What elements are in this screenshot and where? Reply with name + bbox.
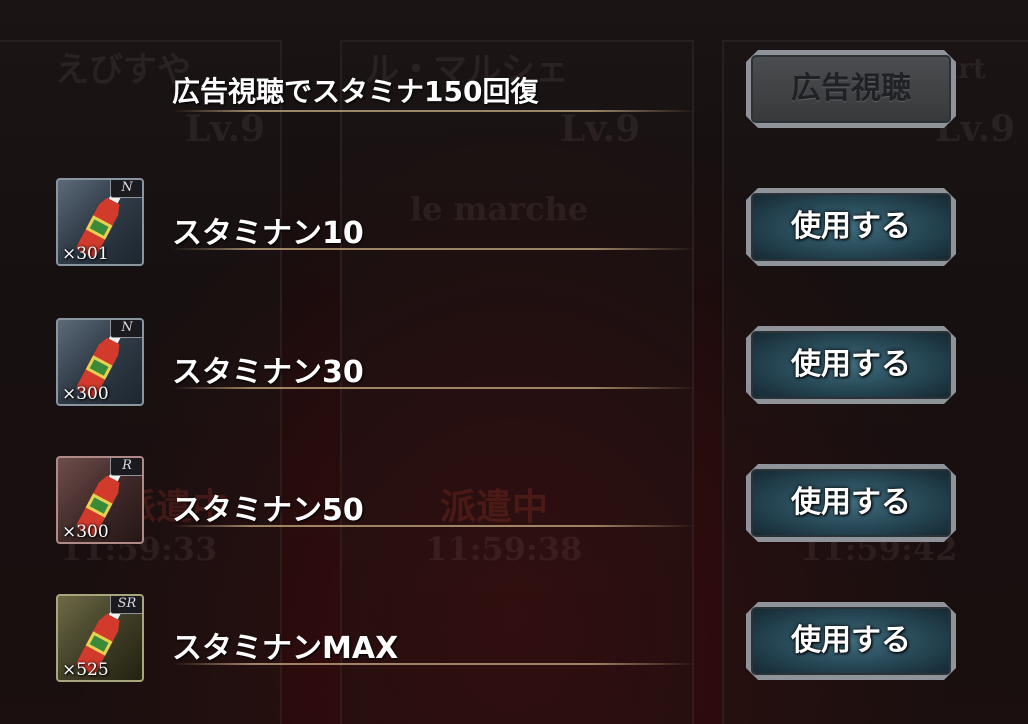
rarity-badge: SR: [110, 596, 142, 614]
item-divider: [172, 387, 697, 389]
use-item-button[interactable]: 使用する: [746, 188, 956, 266]
bg-dispatch-2: 派遣中: [440, 486, 549, 528]
item-quantity: ×300: [62, 384, 109, 404]
watch-ad-button[interactable]: 広告視聴: [746, 50, 956, 128]
stamina-potion-icon: N ×301: [56, 178, 144, 266]
rarity-badge: R: [110, 458, 142, 476]
ad-row-divider: [172, 110, 697, 112]
item-divider: [172, 525, 697, 527]
item-quantity: ×301: [62, 244, 109, 264]
item-divider: [172, 248, 697, 250]
use-item-button[interactable]: 使用する: [746, 464, 956, 542]
bg-character-card-2: [340, 40, 694, 724]
bg-timer-2: 11:59:38: [425, 530, 583, 568]
ad-recovery-label: 広告視聴でスタミナ150回復: [172, 75, 539, 108]
stamina-potion-icon: R ×300: [56, 456, 144, 544]
rarity-badge: N: [110, 180, 142, 198]
bg-level-2: Lv.9: [560, 108, 641, 150]
rarity-badge: N: [110, 320, 142, 338]
item-name: スタミナン30: [172, 355, 364, 390]
item-name: スタミナン10: [172, 216, 364, 251]
use-item-button[interactable]: 使用する: [746, 326, 956, 404]
item-name: スタミナンMAX: [172, 631, 399, 666]
stamina-potion-icon: SR ×525: [56, 594, 144, 682]
stamina-potion-icon: N ×300: [56, 318, 144, 406]
bg-player-name-1: えびすや: [55, 50, 191, 90]
item-quantity: ×525: [62, 660, 109, 680]
item-quantity: ×300: [62, 522, 109, 542]
item-divider: [172, 663, 697, 665]
item-name: スタミナン50: [172, 493, 364, 528]
use-item-button[interactable]: 使用する: [746, 602, 956, 680]
bg-shop-sign: le marche: [410, 190, 589, 228]
bg-level-1: Lv.9: [185, 108, 266, 150]
